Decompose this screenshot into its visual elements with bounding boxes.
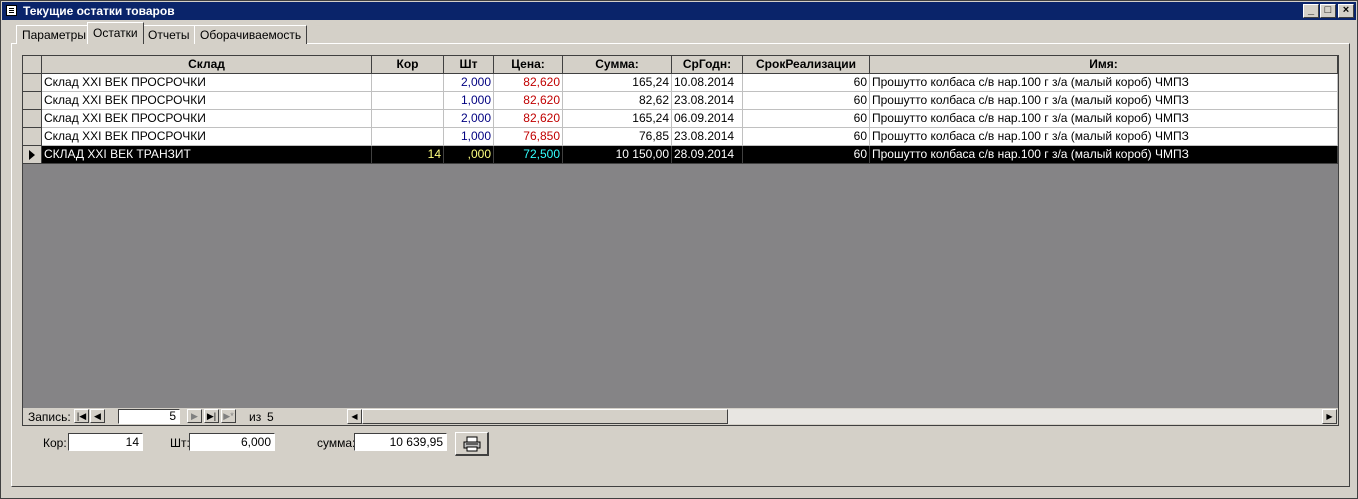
cell-srgodn[interactable]: 23.08.2014 (672, 92, 743, 110)
table-row[interactable]: Склад XXI ВЕК ПРОСРОЧКИ 2,000 82,620 165… (23, 74, 1338, 92)
cell-sht[interactable]: 2,000 (444, 110, 494, 128)
cell-sklad[interactable]: Склад XXI ВЕК ПРОСРОЧКИ (42, 74, 372, 92)
cell-kor[interactable] (372, 110, 444, 128)
sht-total-field[interactable]: 6,000 (189, 433, 275, 451)
cell-srok[interactable]: 60 (743, 146, 870, 164)
last-record-button[interactable]: ▶| (204, 409, 219, 423)
col-header-price[interactable]: Цена: (494, 56, 563, 74)
record-label: Запись: (28, 410, 71, 424)
next-record-button[interactable]: ▶ (187, 409, 202, 423)
col-header-sum[interactable]: Сумма: (563, 56, 672, 74)
cell-kor[interactable] (372, 74, 444, 92)
window-title: Текущие остатки товаров (23, 4, 175, 18)
col-header-kor[interactable]: Кор (372, 56, 444, 74)
tab-otchety[interactable]: Отчеты (142, 25, 196, 44)
scroll-left-icon[interactable]: ◀ (347, 409, 362, 424)
tab-oborachivaemost[interactable]: Оборачиваемость (194, 25, 308, 44)
table-row[interactable]: Склад XXI ВЕК ПРОСРОЧКИ 1,000 82,620 82,… (23, 92, 1338, 110)
cell-srgodn[interactable]: 06.09.2014 (672, 110, 743, 128)
sum-total-field[interactable]: 10 639,95 (354, 433, 447, 451)
cell-sum[interactable]: 10 150,00 (563, 146, 672, 164)
col-header-name[interactable]: Имя: (870, 56, 1338, 74)
cell-name[interactable]: Прошутто колбаса с/в нар.100 г з/а (малы… (870, 92, 1338, 110)
select-all-header[interactable] (23, 56, 42, 74)
cell-kor[interactable] (372, 92, 444, 110)
record-number-input[interactable]: 5 (118, 409, 180, 424)
maximize-button[interactable]: □ (1320, 4, 1336, 18)
cell-sum[interactable]: 76,85 (563, 128, 672, 146)
current-record-arrow-icon (29, 150, 35, 160)
kor-total-label: Кор: (43, 436, 67, 450)
record-of-label: из (249, 410, 262, 424)
cell-sht[interactable]: 2,000 (444, 74, 494, 92)
cell-srok[interactable]: 60 (743, 128, 870, 146)
form-icon (6, 5, 17, 16)
record-total: 5 (267, 410, 274, 424)
table-row[interactable]: Склад XXI ВЕК ПРОСРОЧКИ 1,000 76,850 76,… (23, 128, 1338, 146)
cell-kor[interactable]: 14 (372, 146, 444, 164)
new-record-button[interactable]: ▶* (221, 409, 236, 423)
col-header-sht[interactable]: Шт (444, 56, 494, 74)
cell-srgodn[interactable]: 10.08.2014 (672, 74, 743, 92)
cell-sht[interactable]: 1,000 (444, 128, 494, 146)
cell-sht[interactable]: 1,000 (444, 92, 494, 110)
cell-sklad[interactable]: Склад XXI ВЕК ПРОСРОЧКИ (42, 92, 372, 110)
cell-kor[interactable] (372, 128, 444, 146)
sht-total-label: Шт: (170, 436, 190, 450)
cell-price[interactable]: 82,620 (494, 110, 563, 128)
scrollbar-thumb[interactable] (362, 409, 728, 424)
cell-sht[interactable]: ,000 (444, 146, 494, 164)
scroll-right-icon[interactable]: ▶ (1322, 409, 1337, 424)
close-button[interactable]: × (1338, 4, 1354, 18)
cell-srgodn[interactable]: 23.08.2014 (672, 128, 743, 146)
title-bar: Текущие остатки товаров _ □ × (2, 2, 1356, 20)
cell-sklad[interactable]: Склад XXI ВЕК ПРОСРОЧКИ (42, 110, 372, 128)
cell-name[interactable]: Прошутто колбаса с/в нар.100 г з/а (малы… (870, 74, 1338, 92)
row-selector[interactable] (23, 74, 42, 92)
sum-total-label: сумма: (317, 436, 356, 450)
print-button[interactable] (455, 432, 489, 456)
first-record-button[interactable]: |◀ (74, 409, 89, 423)
tab-parametry[interactable]: Параметры (16, 25, 92, 44)
table-row[interactable]: Склад XXI ВЕК ПРОСРОЧКИ 2,000 82,620 165… (23, 110, 1338, 128)
record-navigator: Запись: |◀ ◀ 5 ▶ ▶| ▶* из 5 ◀ ▶ (23, 408, 1338, 425)
cell-sum[interactable]: 165,24 (563, 110, 672, 128)
col-header-srgodn[interactable]: СрГодн: (672, 56, 743, 74)
cell-price[interactable]: 72,500 (494, 146, 563, 164)
stock-datasheet[interactable]: Склад Кор Шт Цена: Сумма: СрГодн: СрокРе… (22, 55, 1339, 426)
cell-srok[interactable]: 60 (743, 110, 870, 128)
cell-srok[interactable]: 60 (743, 92, 870, 110)
cell-sklad[interactable]: СКЛАД XXI ВЕК ТРАНЗИТ (42, 146, 372, 164)
cell-price[interactable]: 76,850 (494, 128, 563, 146)
cell-srgodn[interactable]: 28.09.2014 (672, 146, 743, 164)
cell-name[interactable]: Прошутто колбаса с/в нар.100 г з/а (малы… (870, 146, 1338, 164)
kor-total-field[interactable]: 14 (68, 433, 143, 451)
row-selector[interactable] (23, 110, 42, 128)
tab-ostatki[interactable]: Остатки (87, 22, 144, 44)
horizontal-scrollbar[interactable]: ◀ ▶ (347, 409, 1337, 424)
row-selector[interactable] (23, 92, 42, 110)
cell-price[interactable]: 82,620 (494, 74, 563, 92)
row-selector[interactable] (23, 128, 42, 146)
cell-price[interactable]: 82,620 (494, 92, 563, 110)
col-header-sklad[interactable]: Склад (42, 56, 372, 74)
minimize-button[interactable]: _ (1303, 4, 1319, 18)
cell-sklad[interactable]: Склад XXI ВЕК ПРОСРОЧКИ (42, 128, 372, 146)
col-header-srok[interactable]: СрокРеализации (743, 56, 870, 74)
cell-sum[interactable]: 82,62 (563, 92, 672, 110)
cell-srok[interactable]: 60 (743, 74, 870, 92)
row-selector[interactable] (23, 146, 42, 164)
previous-record-button[interactable]: ◀ (90, 409, 105, 423)
cell-sum[interactable]: 165,24 (563, 74, 672, 92)
table-row-current[interactable]: СКЛАД XXI ВЕК ТРАНЗИТ 14 ,000 72,500 10 … (23, 146, 1338, 164)
cell-name[interactable]: Прошутто колбаса с/в нар.100 г з/а (малы… (870, 110, 1338, 128)
cell-name[interactable]: Прошутто колбаса с/в нар.100 г з/а (малы… (870, 128, 1338, 146)
printer-icon (463, 436, 481, 452)
